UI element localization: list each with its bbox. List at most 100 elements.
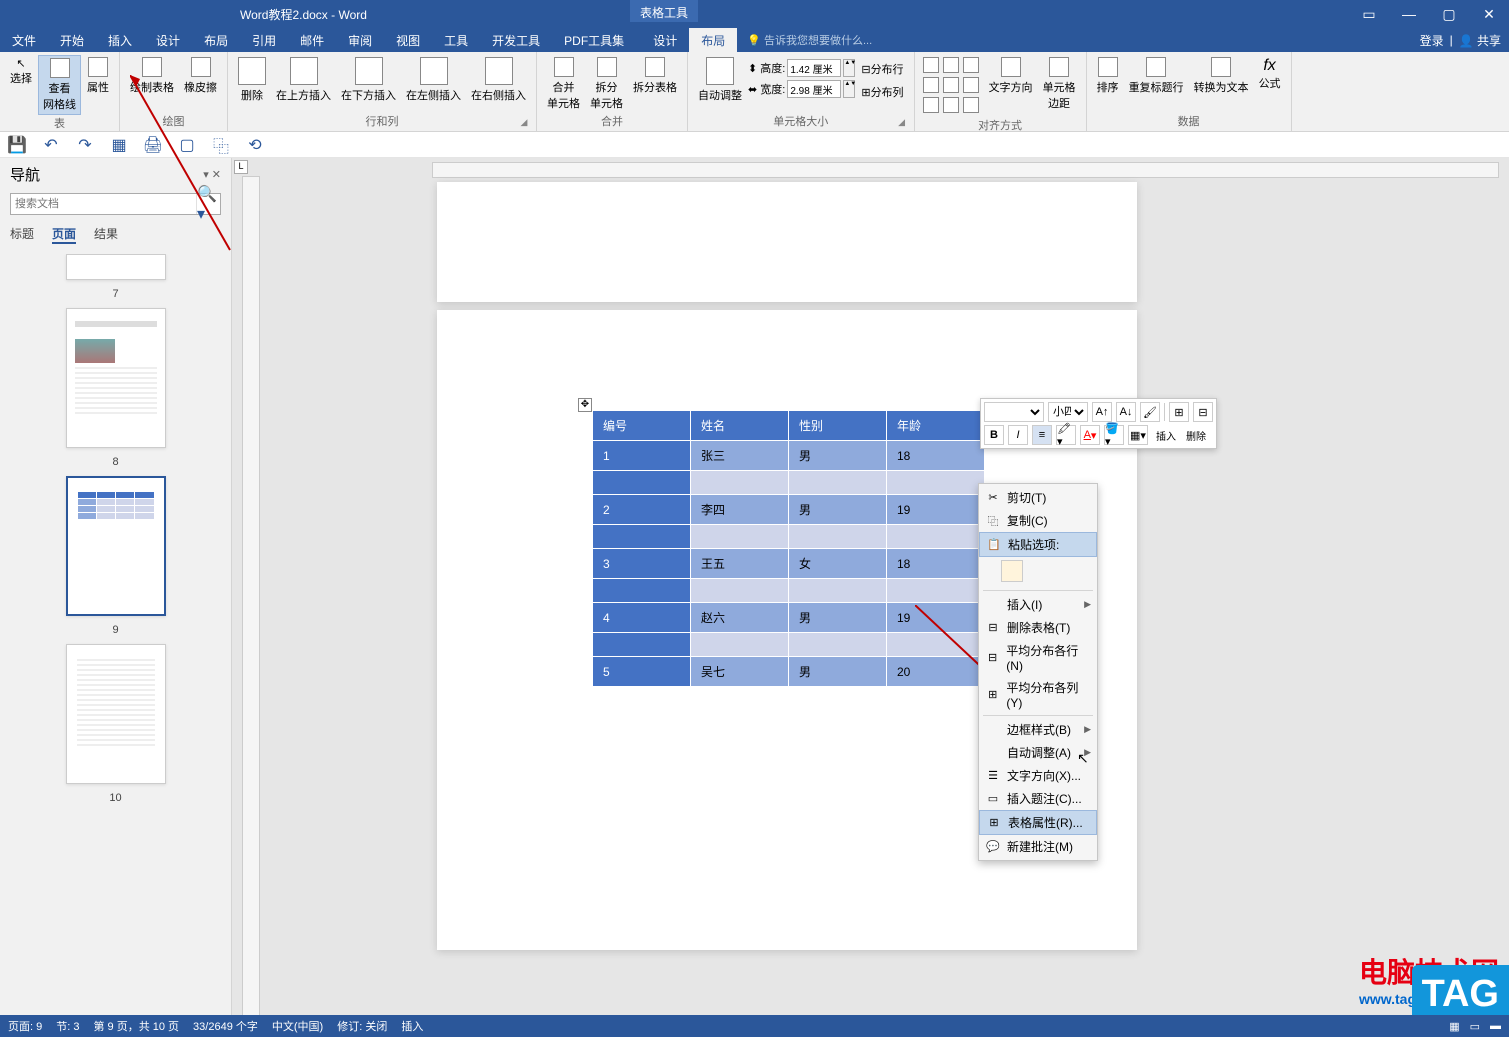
status-pageof[interactable]: 第 9 页，共 10 页 [93,1018,179,1034]
format-painter-icon[interactable]: 🖌 [1140,402,1160,422]
search-box[interactable]: 🔍▾ [10,193,221,215]
tab-pages[interactable]: 页面 [52,225,76,244]
height-spinner[interactable]: ▲▼ [843,59,855,77]
save-icon[interactable]: 💾 [8,136,26,154]
font-color-icon[interactable]: A▾ [1080,425,1100,445]
ctx-border-style[interactable]: 边框样式(B)▶ [979,718,1097,741]
align-tr-icon[interactable] [963,57,979,73]
qat-icon[interactable]: ⿻ [212,136,230,154]
nav-dropdown-icon[interactable]: ▾ ✕ [203,168,221,181]
menu-table-layout[interactable]: 布局 [689,28,737,53]
align-icon[interactable]: ≡ [1032,425,1052,445]
ctx-copy[interactable]: ⿻复制(C) [979,509,1097,532]
ctx-insert-caption[interactable]: ▭插入题注(C)... [979,787,1097,810]
qat-icon[interactable]: ▢ [178,136,196,154]
alignment-grid[interactable] [921,55,983,117]
insert-above-button[interactable]: 在上方插入 [272,55,335,105]
font-size-select[interactable]: 小四 [1048,402,1088,422]
menu-references[interactable]: 引用 [240,28,288,53]
qat-icon[interactable]: 🖨 [144,136,162,154]
thumb-page-8[interactable] [66,308,166,448]
shrink-font-icon[interactable]: A↓ [1116,402,1136,422]
tab-headings[interactable]: 标题 [10,225,34,244]
thumb-page-10[interactable] [66,644,166,784]
table-move-handle[interactable]: ✥ [578,398,592,412]
thumb-page-7[interactable] [66,254,166,280]
align-br-icon[interactable] [963,97,979,113]
convert-text-button[interactable]: 转换为文本 [1190,55,1253,97]
ctx-delete-table[interactable]: ⊟删除表格(T) [979,616,1097,639]
minimize-icon[interactable]: — [1389,0,1429,28]
align-ml-icon[interactable] [923,77,939,93]
menu-mailings[interactable]: 邮件 [288,28,336,53]
menu-pdftools[interactable]: PDF工具集 [552,28,636,53]
tab-results[interactable]: 结果 [94,225,118,244]
align-bl-icon[interactable] [923,97,939,113]
login-link[interactable]: 登录 [1420,32,1444,49]
sort-button[interactable]: 排序 [1093,55,1123,97]
align-bc-icon[interactable] [943,97,959,113]
search-icon[interactable]: 🔍▾ [196,194,220,214]
table-header[interactable]: 姓名 [691,411,789,441]
merge-cells-button[interactable]: 合并 单元格 [543,55,584,113]
vertical-ruler[interactable] [242,176,260,1018]
ctx-paste-options[interactable]: 📋粘贴选项: [979,532,1097,557]
delete-button[interactable]: ⊟ [1193,402,1213,422]
width-input[interactable] [787,80,841,98]
page-prev[interactable] [437,182,1137,302]
ctx-insert[interactable]: 插入(I)▶ [979,593,1097,616]
width-spinner[interactable]: ▲▼ [843,80,855,98]
eraser-button[interactable]: 橡皮擦 [180,55,221,97]
view-print-icon[interactable]: ▦ [1449,1020,1459,1033]
split-table-button[interactable]: 拆分表格 [629,55,681,97]
align-tc-icon[interactable] [943,57,959,73]
menu-review[interactable]: 审阅 [336,28,384,53]
ctx-table-properties[interactable]: ⊞表格属性(R)... [979,810,1097,835]
align-mc-icon[interactable] [943,77,959,93]
ctx-text-direction[interactable]: ☰文字方向(X)... [979,764,1097,787]
view-read-icon[interactable]: ▭ [1470,1020,1480,1033]
ribbon-display-icon[interactable]: ▭ [1349,0,1389,28]
cell-margins-button[interactable]: 单元格 边距 [1039,55,1080,113]
draw-table-button[interactable]: 绘制表格 [126,55,178,97]
ctx-autofit[interactable]: 自动调整(A)▶ [979,741,1097,764]
distribute-cols-button[interactable]: ⊞ 分布列 [857,82,907,102]
table-header-row[interactable]: 编号 姓名 性别 年龄 [593,411,985,441]
repeat-header-button[interactable]: 重复标题行 [1125,55,1188,97]
align-tl-icon[interactable] [923,57,939,73]
menu-insert[interactable]: 插入 [96,28,144,53]
search-input[interactable] [11,194,196,214]
status-insmode[interactable]: 插入 [401,1018,423,1034]
dialog-launcher-icon[interactable]: ◢ [518,117,530,129]
insert-right-button[interactable]: 在右侧插入 [467,55,530,105]
delete-button[interactable]: 删除 [234,55,270,105]
insert-button[interactable]: ⊞ [1169,402,1189,422]
autofit-button[interactable]: 自动调整 [694,55,746,105]
insert-below-button[interactable]: 在下方插入 [337,55,400,105]
formula-button[interactable]: fx公式 [1255,55,1285,93]
dialog-launcher-icon[interactable]: ◢ [896,117,908,129]
split-cells-button[interactable]: 拆分 单元格 [586,55,627,113]
view-web-icon[interactable]: ▬ [1490,1020,1501,1032]
share-button[interactable]: 👤 共享 [1459,32,1501,49]
thumb-page-9[interactable] [66,476,166,616]
status-words[interactable]: 33/2649 个字 [193,1018,258,1034]
border-icon[interactable]: ▦▾ [1128,425,1148,445]
text-direction-button[interactable]: 文字方向 [985,55,1037,97]
ctx-distribute-rows[interactable]: ⊟平均分布各行(N) [979,639,1097,676]
status-page[interactable]: 页面: 9 [8,1018,42,1034]
table-header[interactable]: 性别 [789,411,887,441]
paste-option-icon[interactable] [1001,560,1023,582]
bold-icon[interactable]: B [984,425,1004,445]
maximize-icon[interactable]: ▢ [1429,0,1469,28]
table-header[interactable]: 年龄 [887,411,985,441]
horizontal-ruler[interactable] [432,162,1499,178]
height-input[interactable] [787,59,841,77]
ctx-distribute-cols[interactable]: ⊞平均分布各列(Y) [979,676,1097,713]
grow-font-icon[interactable]: A↑ [1092,402,1112,422]
insert-left-button[interactable]: 在左侧插入 [402,55,465,105]
menu-home[interactable]: 开始 [48,28,96,53]
qat-icon[interactable]: ⟲ [246,136,264,154]
properties-button[interactable]: 属性 [83,55,113,97]
menu-view[interactable]: 视图 [384,28,432,53]
